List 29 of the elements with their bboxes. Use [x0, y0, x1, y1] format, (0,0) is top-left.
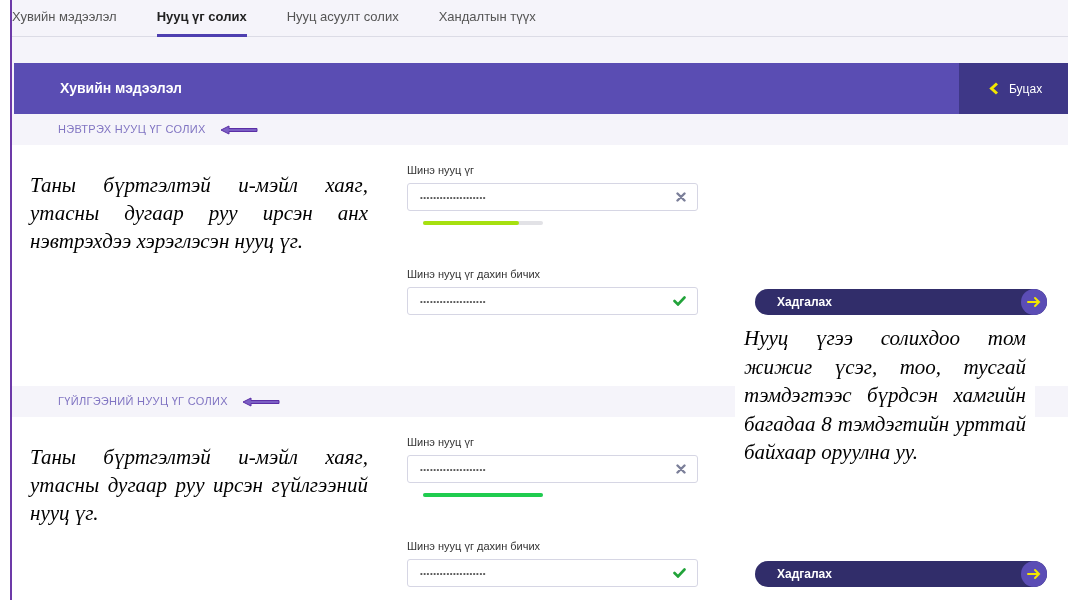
tab[interactable]: Нууц асуулт солих — [286, 0, 399, 37]
check-icon — [673, 568, 686, 578]
tab[interactable]: Нууц үг солих — [156, 0, 247, 37]
save-button[interactable]: Хадгалах — [755, 561, 1047, 587]
tab[interactable]: Хандалтын түүх — [438, 0, 536, 37]
back-button[interactable]: Буцах — [959, 63, 1068, 114]
field-label: Шинэ нууц үг дахин бичих — [407, 539, 542, 553]
header-title: Хувийн мэдээлэл — [59, 79, 183, 98]
arrow-icon — [219, 124, 258, 135]
password-field[interactable]: •••••••••••••••••••• — [407, 183, 698, 211]
section-heading: ГҮЙЛГЭЭНИЙ НУУЦ ҮГ СОЛИХ — [58, 394, 228, 410]
arrow-right-icon — [1021, 289, 1047, 315]
section-heading: НЭВТРЭХ НУУЦ ҮГ СОЛИХ — [58, 122, 206, 138]
arrow-icon — [241, 396, 280, 407]
annotation-note: Таны бүртгэлтэй и-мэйл хаяг, утасны дугаар руу ирсэн анх нэвтрэхдээ хэрэглэсэн нууц үг. — [30, 172, 368, 255]
field-label: Шинэ нууц үг — [407, 435, 475, 449]
clear-icon[interactable] — [676, 464, 686, 474]
annotation-note: Таны бүртгэлтэй и-мэйл хаяг, утасны дугаар руу ирсэн гүйлгээний нууц үг. — [30, 444, 368, 527]
clear-icon[interactable] — [676, 192, 686, 202]
password-field[interactable]: •••••••••••••••••••• — [407, 455, 698, 483]
field-label: Шинэ нууц үг — [407, 163, 475, 177]
field-label: Шинэ нууц үг дахин бичих — [407, 267, 542, 281]
save-button[interactable]: Хадгалах — [755, 289, 1047, 315]
tab[interactable]: Хувийн мэдээлэл — [12, 0, 117, 37]
chevron-left-icon — [989, 82, 999, 95]
password-field[interactable]: •••••••••••••••••••• — [407, 287, 698, 315]
password-field[interactable]: •••••••••••••••••••• — [407, 559, 698, 587]
check-icon — [673, 296, 686, 306]
arrow-right-icon — [1021, 561, 1047, 587]
